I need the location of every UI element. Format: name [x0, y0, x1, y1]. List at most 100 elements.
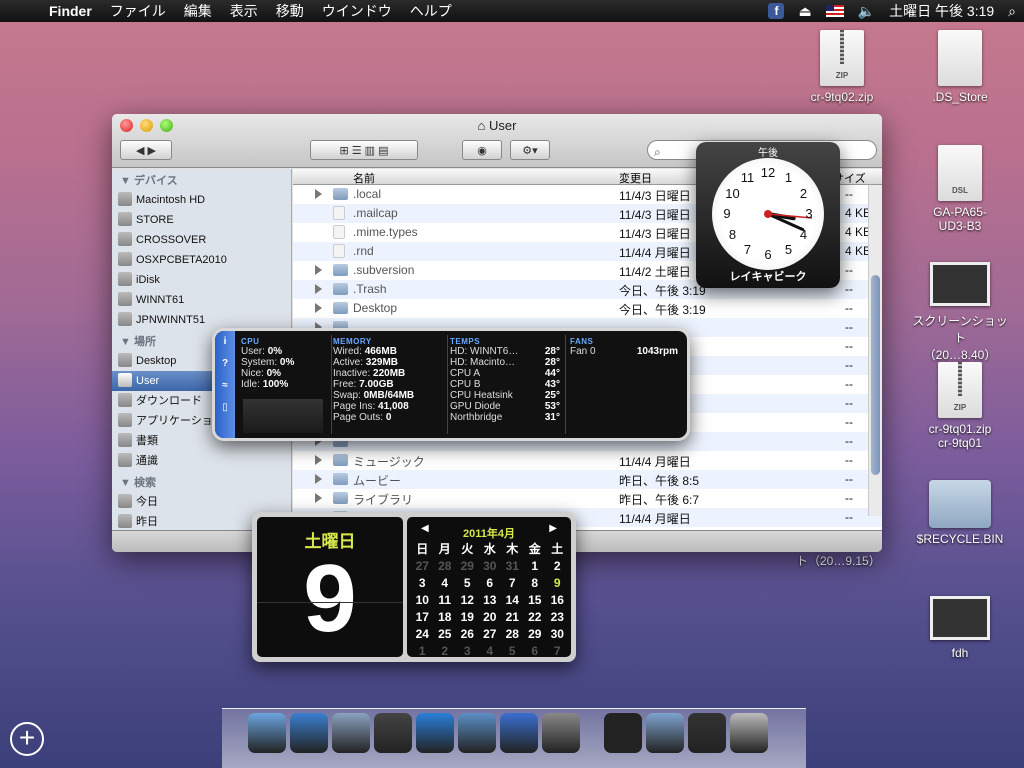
calendar-day[interactable]: 17 [411, 609, 434, 626]
calendar-day[interactable]: 13 [479, 592, 502, 609]
finder-icon[interactable] [248, 713, 286, 753]
disclosure-triangle-icon[interactable] [315, 455, 322, 465]
disclosure-triangle-icon[interactable] [315, 284, 322, 294]
calendar-day[interactable]: 15 [524, 592, 547, 609]
desktop-icon-dsl[interactable]: DSL GA-PA65- UD3-B3 [910, 145, 1010, 233]
trash-icon[interactable] [730, 713, 768, 753]
calendar-day[interactable]: 5 [501, 643, 524, 660]
menu-window[interactable]: ウインドウ [313, 1, 401, 21]
appstore-icon[interactable] [290, 713, 328, 753]
applications-folder-icon[interactable] [646, 713, 684, 753]
calendar-day[interactable]: 24 [411, 626, 434, 643]
desktop-icon-zip1[interactable]: ZIP cr-9tq02.zip [792, 30, 892, 104]
desktop-icon-zip2[interactable]: ZIP cr-9tq01.zip cr-9tq01 [910, 362, 1010, 450]
calendar-day[interactable]: 11 [434, 592, 457, 609]
calendar-day[interactable]: 2 [434, 643, 457, 660]
help-icon[interactable]: ? [215, 353, 235, 375]
clock-widget[interactable]: 午後 12 1 2 3 4 5 6 7 8 9 10 11 レイキャビーク [696, 142, 840, 288]
view-mode-buttons[interactable]: ⊞ ☰ ▥ ▤ [310, 140, 418, 160]
back-forward-button[interactable]: ◀ ▶ [120, 140, 172, 160]
quicklook-button[interactable]: ◉ [462, 140, 502, 160]
volume-icon[interactable]: 🔈 [858, 3, 875, 20]
table-row[interactable]: Desktop 今日、午後 3:19 -- [293, 299, 882, 318]
pulse-icon[interactable]: ≈ [215, 375, 235, 397]
calendar-day[interactable]: 19 [456, 609, 479, 626]
disclosure-triangle-icon[interactable] [315, 189, 322, 199]
calendar-day[interactable]: 27 [411, 558, 434, 575]
info-icon[interactable]: i [215, 331, 235, 353]
menu-view[interactable]: 表示 [221, 1, 267, 21]
table-row[interactable]: ライブラリ 昨日、午後 6:7 -- [293, 489, 882, 508]
next-month-icon[interactable]: ▶ [549, 523, 557, 534]
calendar-day[interactable]: 6 [479, 575, 502, 592]
facebook-icon[interactable]: f [768, 3, 785, 19]
column-date[interactable]: 変更日 [619, 170, 652, 186]
calendar-day[interactable]: 9 [546, 575, 569, 592]
calendar-day[interactable]: 14 [501, 592, 524, 609]
adium-icon[interactable] [374, 713, 412, 753]
menu-file[interactable]: ファイル [101, 1, 175, 21]
istat-widget[interactable]: i ? ≈ ▯ CPU User: 0% System: 0% Nice: 0% Idl… [212, 328, 690, 441]
calendar-day[interactable]: 12 [456, 592, 479, 609]
calendar-day[interactable]: 4 [434, 575, 457, 592]
calendar-day[interactable]: 10 [411, 592, 434, 609]
calendar-day[interactable]: 1 [411, 643, 434, 660]
desktop-icon-recycle[interactable]: $RECYCLE.BIN [910, 480, 1010, 546]
calendar-day[interactable]: 18 [434, 609, 457, 626]
disclosure-triangle-icon[interactable] [315, 265, 322, 275]
column-name[interactable]: 名前 [353, 170, 375, 186]
calendar-day[interactable]: 20 [479, 609, 502, 626]
calendar-day[interactable]: 30 [479, 558, 502, 575]
safari-icon[interactable] [416, 713, 454, 753]
calendar-day[interactable]: 29 [524, 626, 547, 643]
add-widget-icon[interactable]: + [10, 722, 44, 756]
calendar-day[interactable]: 22 [524, 609, 547, 626]
itunes-icon[interactable] [500, 713, 538, 753]
disclosure-triangle-icon[interactable] [315, 474, 322, 484]
calendar-day[interactable]: 1 [524, 558, 547, 575]
sidebar-item-today[interactable]: 今日 [112, 492, 291, 512]
sidebar-item-crossover[interactable]: CROSSOVER [112, 230, 291, 250]
spotlight-icon[interactable]: ⌕ [1008, 3, 1016, 20]
calendar-day[interactable]: 3 [456, 643, 479, 660]
calendar-day[interactable]: 5 [456, 575, 479, 592]
calendar-widget[interactable]: 土曜日 9 ◀ 2011年4月 ▶ 日月火水木金土 27 28 29 30 31 1 2 3 4 5… [252, 512, 576, 662]
input-flag-icon[interactable] [825, 5, 844, 17]
eject-icon[interactable]: ⏏ [798, 3, 811, 20]
calendar-day[interactable]: 6 [524, 643, 547, 660]
calendar-day[interactable]: 21 [501, 609, 524, 626]
menu-help[interactable]: ヘルプ [401, 1, 461, 21]
calendar-day[interactable]: 30 [546, 626, 569, 643]
preferences-icon[interactable] [542, 713, 580, 753]
calendar-day[interactable]: 3 [411, 575, 434, 592]
sidebar-item-folder[interactable]: 通識 [112, 451, 291, 471]
calendar-day[interactable]: 4 [479, 643, 502, 660]
disclosure-triangle-icon[interactable] [315, 493, 322, 503]
calendar-day[interactable]: 29 [456, 558, 479, 575]
sidebar-item-store[interactable]: STORE [112, 210, 291, 230]
desktop-icon-dsstore[interactable]: .DS_Store [910, 30, 1010, 104]
battery-icon[interactable]: ▯ [215, 397, 235, 419]
sidebar-item-idisk[interactable]: iDisk [112, 270, 291, 290]
menu-clock[interactable]: 土曜日 午後 3:19 [889, 1, 994, 21]
calendar-day[interactable]: 23 [546, 609, 569, 626]
sidebar-item-macintosh-hd[interactable]: Macintosh HD [112, 190, 291, 210]
menu-edit[interactable]: 編集 [175, 1, 221, 21]
table-row[interactable]: ミュージック 11/4/4 月曜日 -- [293, 451, 882, 470]
action-button[interactable]: ⚙▾ [510, 140, 550, 160]
music-folder-icon[interactable] [688, 713, 726, 753]
disclosure-triangle-icon[interactable] [315, 303, 322, 313]
iphoto-icon[interactable] [458, 713, 496, 753]
calendar-day[interactable]: 8 [524, 575, 547, 592]
terminal-icon[interactable] [604, 713, 642, 753]
calendar-day[interactable]: 25 [434, 626, 457, 643]
sidebar-item-osxpcbeta[interactable]: OSXPCBETA2010 [112, 250, 291, 270]
calendar-day[interactable]: 27 [479, 626, 502, 643]
calendar-day[interactable]: 28 [501, 626, 524, 643]
calendar-day[interactable]: 7 [501, 575, 524, 592]
sidebar-item-jpnwinnt51[interactable]: JPNWINNT51 [112, 310, 291, 330]
menu-app-name[interactable]: Finder [40, 3, 101, 19]
sidebar-item-winnt61[interactable]: WINNT61 [112, 290, 291, 310]
desktop-icon-fdh[interactable]: fdh [910, 596, 1010, 660]
calendar-day[interactable]: 7 [546, 643, 569, 660]
